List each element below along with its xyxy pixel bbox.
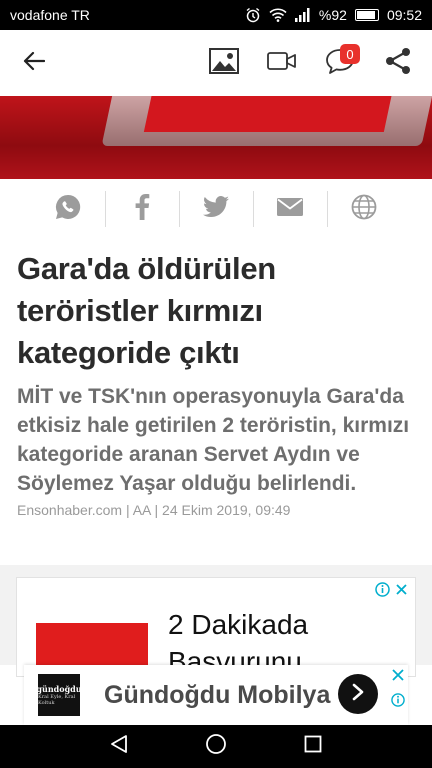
alarm-icon xyxy=(245,7,261,23)
gallery-button[interactable] xyxy=(202,41,246,85)
web-icon xyxy=(351,194,377,225)
video-icon xyxy=(267,51,297,76)
article-summary: MİT ve TSK'nın operasyonuyla Gara'da etk… xyxy=(17,385,410,495)
app-toolbar: 0 xyxy=(0,30,432,96)
comments-button[interactable]: 0 xyxy=(318,41,362,85)
image-icon xyxy=(209,47,239,79)
wifi-icon xyxy=(269,8,287,22)
battery-percent: %92 xyxy=(318,7,347,23)
twitter-icon xyxy=(203,195,229,223)
status-bar: vodafone TR %92 09:52 xyxy=(0,0,432,30)
ad-choices xyxy=(375,582,409,602)
share-web-button[interactable] xyxy=(328,191,401,227)
article-body: Gara'da öldürülen teröristler kırmızı ka… xyxy=(17,248,417,518)
banner-close-icon[interactable] xyxy=(391,668,405,687)
mail-icon xyxy=(277,197,303,221)
article-byline: Ensonhaber.com | AA | 24 Ekim 2019, 09:4… xyxy=(17,502,291,518)
back-triangle-icon xyxy=(110,734,128,759)
ad-close-icon[interactable] xyxy=(394,582,409,602)
banner-title: Gündoğdu Mobilya xyxy=(104,680,331,709)
system-nav-bar xyxy=(0,725,432,768)
share-mail-button[interactable] xyxy=(254,191,327,227)
recents-square-icon xyxy=(304,735,322,758)
signal-icon xyxy=(294,8,311,22)
nav-home-button[interactable] xyxy=(194,729,238,765)
facebook-icon xyxy=(134,193,150,225)
video-button[interactable] xyxy=(260,41,304,85)
comment-count-badge: 0 xyxy=(340,44,360,64)
banner-open-button[interactable] xyxy=(338,674,378,714)
clock: 09:52 xyxy=(386,7,422,23)
bottom-banner-ad[interactable]: gündoğdu Kral Eyle, Kral Koltuk Gündoğdu… xyxy=(24,665,408,725)
banner-info-icon[interactable] xyxy=(391,693,405,712)
advertiser-logo: gündoğdu Kral Eyle, Kral Koltuk xyxy=(36,674,82,716)
article-headline: Gara'da öldürülen teröristler kırmızı ka… xyxy=(17,251,276,370)
ad-card[interactable]: 2 Dakikada Başvurunu xyxy=(16,577,416,677)
ad-info-icon[interactable] xyxy=(375,582,390,602)
battery-fill xyxy=(356,11,376,19)
banner-ad-choices xyxy=(391,668,405,712)
share-whatsapp-button[interactable] xyxy=(32,191,105,227)
share-twitter-button[interactable] xyxy=(180,191,253,227)
nav-recents-button[interactable] xyxy=(291,729,335,765)
chevron-right-icon xyxy=(351,683,365,706)
battery-icon xyxy=(354,9,379,21)
carrier-name: vodafone TR xyxy=(10,7,90,23)
ad-container: 2 Dakikada Başvurunu xyxy=(0,565,432,677)
social-share-bar xyxy=(0,186,432,232)
share-icon xyxy=(384,47,412,80)
article-hero-image xyxy=(0,96,432,179)
nav-back-button[interactable] xyxy=(97,729,141,765)
status-icons: %92 09:52 xyxy=(245,7,422,23)
arrow-left-icon xyxy=(23,51,46,76)
share-facebook-button[interactable] xyxy=(106,191,179,227)
whatsapp-icon xyxy=(54,193,82,226)
share-button[interactable] xyxy=(376,41,420,85)
home-circle-icon xyxy=(205,733,227,760)
back-button[interactable] xyxy=(12,41,56,85)
